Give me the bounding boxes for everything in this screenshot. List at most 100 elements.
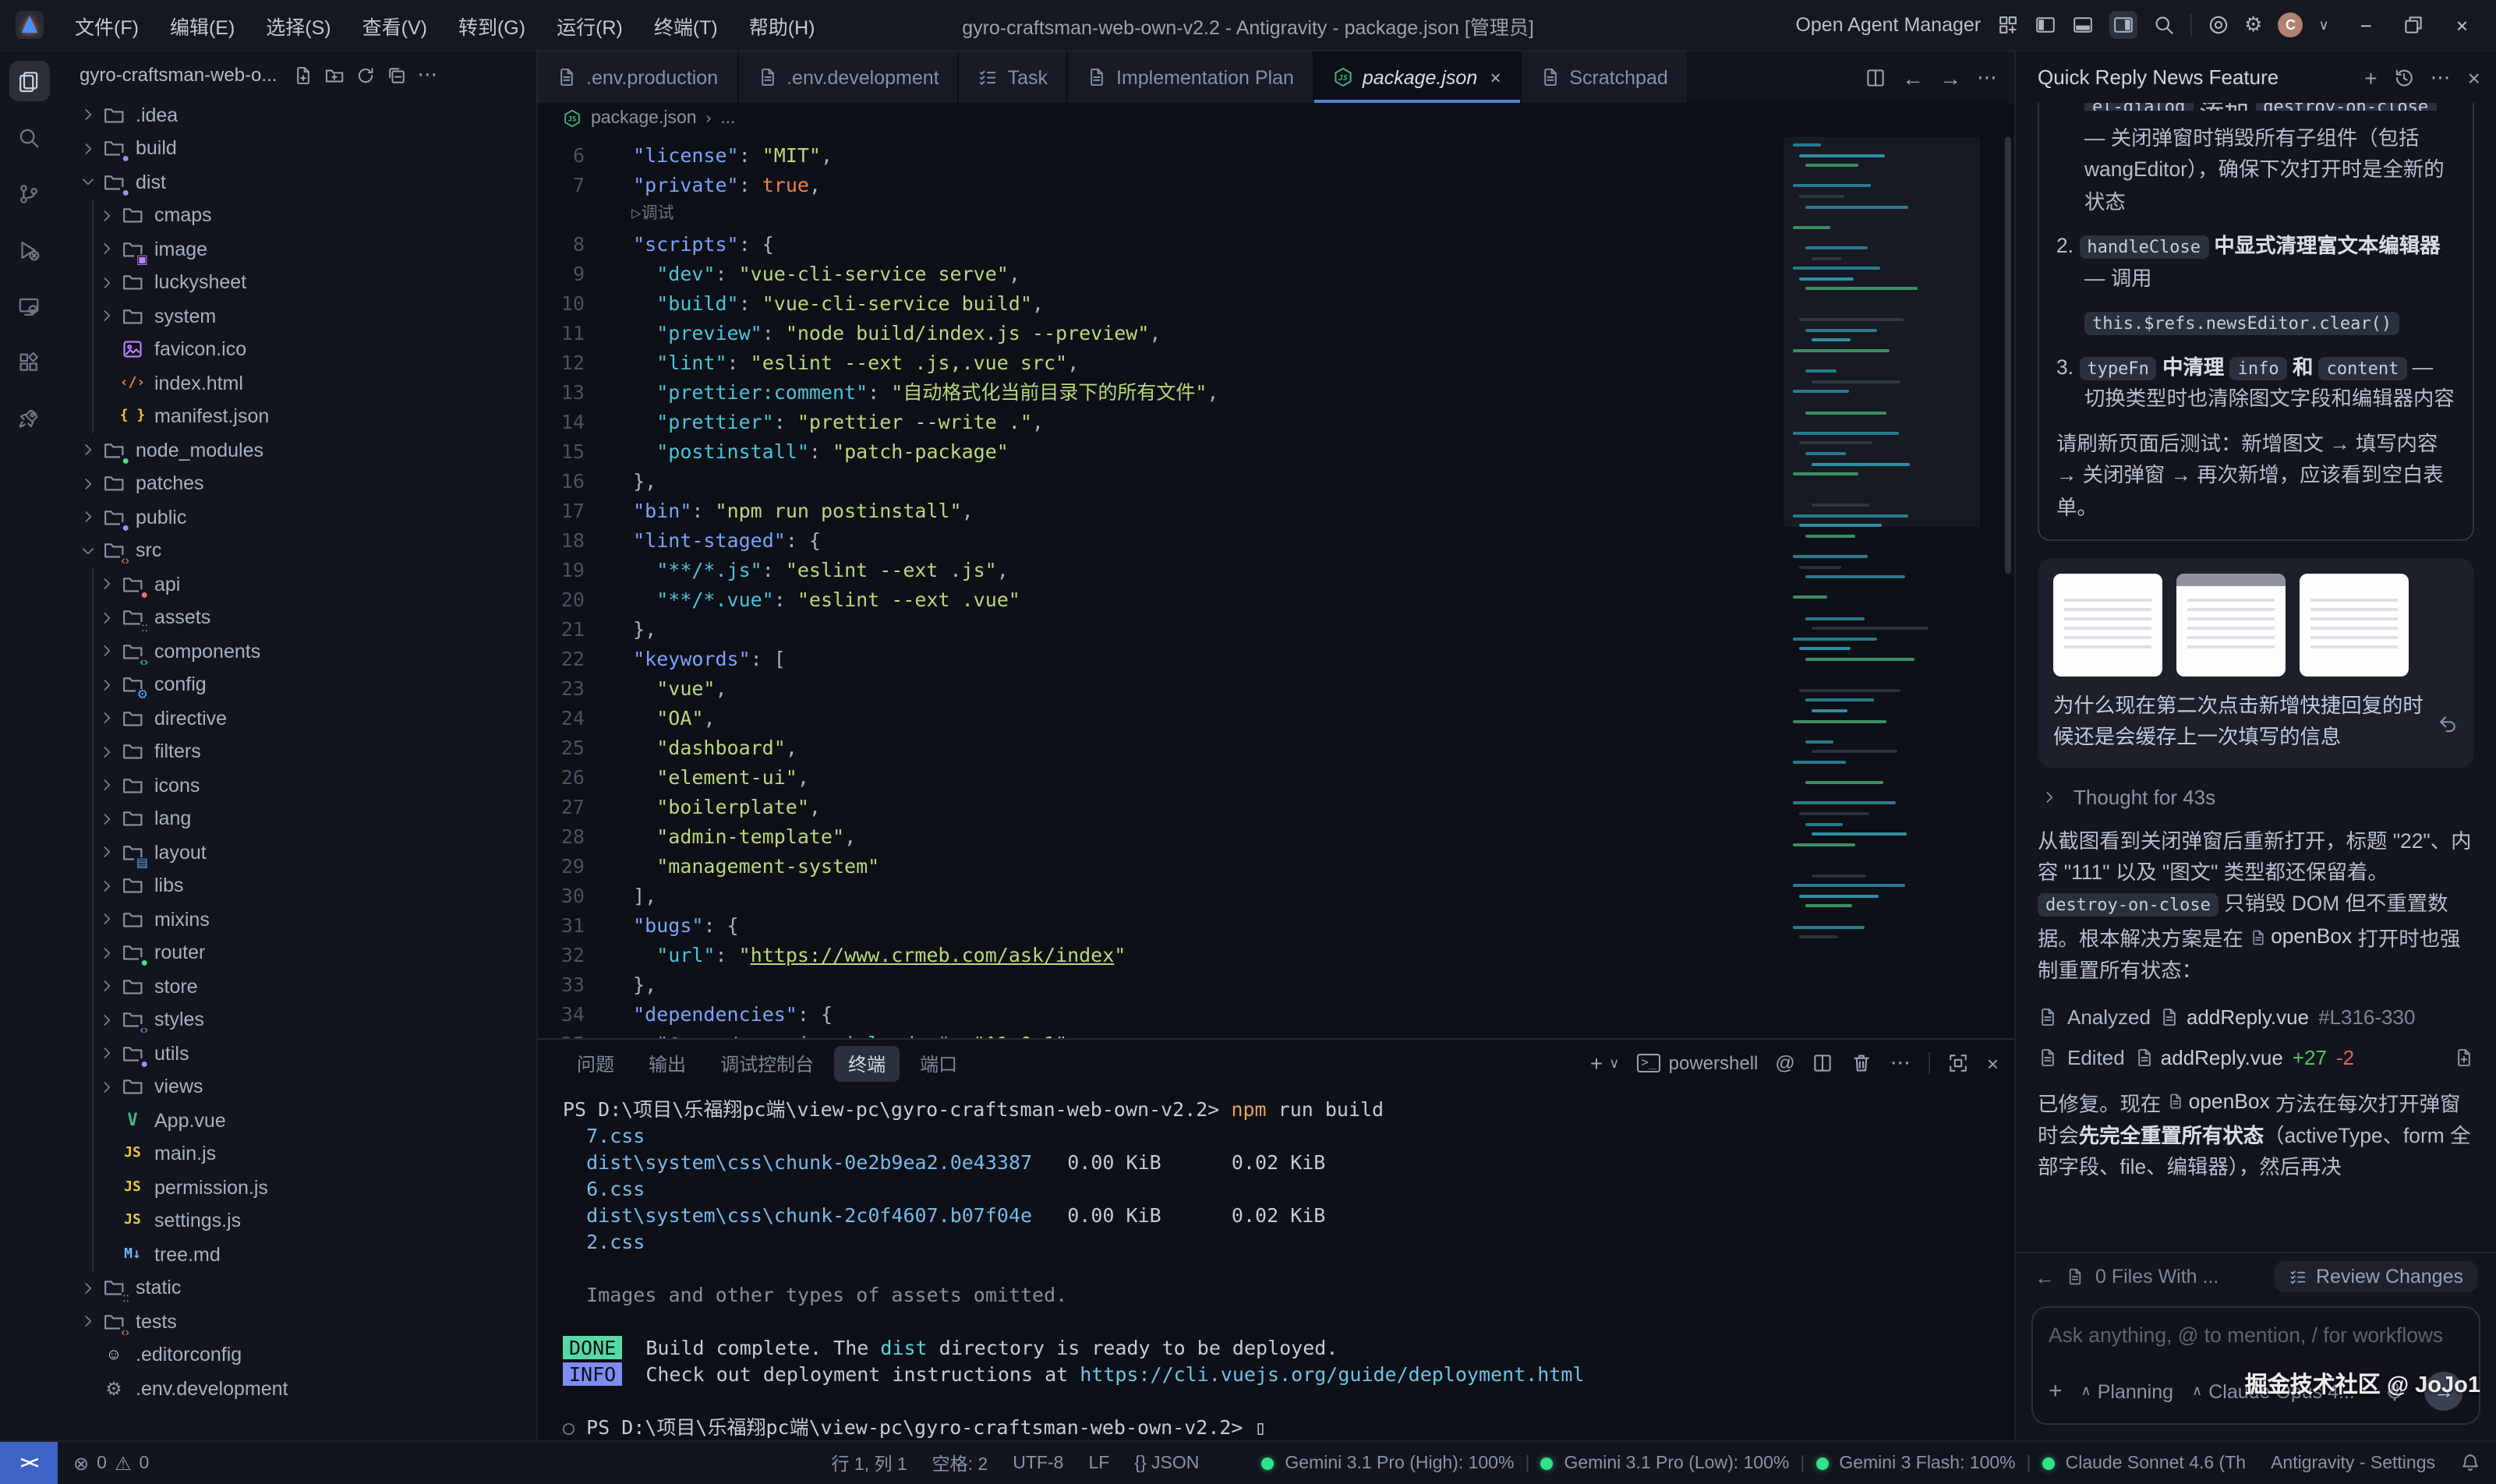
close-panel-icon[interactable]: ×: [1987, 1051, 1999, 1075]
tree-item-favicon.ico[interactable]: favicon.ico: [58, 333, 536, 366]
editor-more-icon[interactable]: ⋯: [1977, 65, 1999, 90]
restore-button[interactable]: [2403, 14, 2425, 36]
chevron-icon[interactable]: [98, 677, 120, 694]
tree-item-directive[interactable]: directive: [58, 701, 536, 735]
chevron-icon[interactable]: [80, 509, 101, 526]
tree-item-.editorconfig[interactable]: ☺.editorconfig: [58, 1338, 536, 1372]
model-quota-label[interactable]: Gemini 3.1 Pro (High): 100%: [1285, 1454, 1514, 1472]
collapse-folders-icon[interactable]: [386, 65, 406, 85]
chevron-icon[interactable]: [98, 978, 120, 995]
tree-item-tests[interactable]: ‹›tests: [58, 1305, 536, 1338]
activity-search-icon[interactable]: [9, 117, 49, 157]
tree-item-image[interactable]: ▣image: [58, 232, 536, 266]
maximize-panel-icon[interactable]: [1948, 1052, 1970, 1074]
screenshot-thumbnail[interactable]: [2053, 574, 2162, 677]
chat-input-box[interactable]: + ∧Planning ∧Claude Opus 4... →: [2031, 1306, 2480, 1425]
activity-source-control-icon[interactable]: [9, 173, 49, 214]
breadcrumb-file[interactable]: package.json: [591, 109, 697, 128]
chevron-icon[interactable]: [98, 1045, 120, 1062]
status-item[interactable]: 行 1, 列 1: [832, 1450, 907, 1475]
tree-item-luckysheet[interactable]: luckysheet: [58, 266, 536, 299]
tree-item-icons[interactable]: icons: [58, 768, 536, 802]
terminal-profile-chevron-icon[interactable]: ∨: [1609, 1055, 1619, 1072]
tree-item-.idea[interactable]: .idea: [58, 98, 536, 132]
tree-item-dist[interactable]: ●dist: [58, 165, 536, 199]
notifications-bell-icon[interactable]: [2460, 1453, 2480, 1473]
chat-more-icon[interactable]: ⋯: [2431, 65, 2452, 90]
terminal-at-icon[interactable]: @: [1775, 1052, 1794, 1074]
chevron-icon[interactable]: [98, 777, 120, 794]
tree-item-cmaps[interactable]: cmaps: [58, 199, 536, 232]
chevron-icon[interactable]: [98, 811, 120, 828]
tool-file-name[interactable]: addReply.vue: [2161, 1045, 2283, 1069]
chevron-icon[interactable]: [98, 308, 120, 325]
chevron-icon[interactable]: [80, 174, 101, 191]
file-reference[interactable]: openBox: [2167, 1086, 2270, 1118]
attach-icon[interactable]: +: [2049, 1378, 2063, 1404]
breadcrumb-more[interactable]: ...: [720, 109, 735, 128]
terminal-output[interactable]: PS D:\项目\乐福翔pc端\view-pc\gyro-craftsman-w…: [538, 1086, 2014, 1440]
navigate-back-icon[interactable]: ←: [1902, 65, 1924, 90]
tree-item-system[interactable]: system: [58, 299, 536, 333]
toggle-right-panel-icon[interactable]: [2109, 11, 2137, 39]
minimize-button[interactable]: −: [2345, 13, 2388, 37]
terminal-tab-输出[interactable]: 输出: [635, 1045, 700, 1081]
navigate-forward-icon[interactable]: →: [1939, 65, 1961, 90]
terminal-tab-端口[interactable]: 端口: [906, 1045, 971, 1081]
chevron-icon[interactable]: [80, 140, 101, 157]
split-editor-icon[interactable]: [1865, 66, 1886, 88]
terminal-tab-终端[interactable]: 终端: [834, 1045, 900, 1081]
mode-selector[interactable]: ∧Planning: [2081, 1380, 2174, 1402]
tree-item-src[interactable]: ‹›src: [58, 534, 536, 567]
tree-item-build[interactable]: ●build: [58, 132, 536, 165]
activity-remote-preview-icon[interactable]: [9, 285, 49, 326]
chevron-icon[interactable]: [80, 442, 101, 459]
account-chevron-icon[interactable]: ∨: [2318, 16, 2328, 34]
tab-package.json[interactable]: JSpackage.json×: [1314, 51, 1521, 103]
chevron-icon[interactable]: [80, 107, 101, 124]
tool-file-name[interactable]: addReply.vue: [2187, 1005, 2309, 1028]
open-diff-icon[interactable]: [2454, 1047, 2474, 1067]
tree-item-components[interactable]: ‹›components: [58, 634, 536, 668]
code-editor[interactable]: 6 "license": "MIT",7 "private": true,▷调试…: [538, 134, 2014, 1038]
chevron-icon[interactable]: [98, 274, 120, 292]
account-avatar[interactable]: C: [2278, 12, 2303, 37]
toggle-left-panel-icon[interactable]: [2034, 14, 2056, 36]
menu-查看(V)[interactable]: 查看(V): [350, 5, 440, 44]
review-changes-button[interactable]: Review Changes: [2274, 1261, 2477, 1292]
tree-item-utils[interactable]: ●utils: [58, 1037, 536, 1070]
minimap[interactable]: [1790, 137, 1974, 1038]
menu-帮助(H)[interactable]: 帮助(H): [737, 5, 828, 44]
status-item[interactable]: 空格: 2: [932, 1450, 988, 1475]
chat-input[interactable]: [2049, 1323, 2463, 1347]
remote-indicator[interactable]: ><: [0, 1442, 58, 1484]
chevron-icon[interactable]: [98, 576, 120, 593]
terminal-shell-label[interactable]: powershell: [1669, 1052, 1759, 1074]
chevron-icon[interactable]: [80, 475, 101, 493]
kill-terminal-icon[interactable]: [1851, 1052, 1873, 1074]
chevron-icon[interactable]: [98, 945, 120, 962]
tree-item-public[interactable]: ●public: [58, 500, 536, 534]
tab-Scratchpad[interactable]: Scratchpad: [1521, 51, 1688, 103]
tree-item-views[interactable]: views: [58, 1070, 536, 1104]
toggle-bottom-panel-icon[interactable]: [2071, 14, 2093, 36]
activity-extensions-icon[interactable]: [9, 341, 49, 382]
editor-scrollbar[interactable]: [2005, 137, 2011, 574]
chevron-icon[interactable]: [98, 911, 120, 928]
chevron-icon[interactable]: [98, 1012, 120, 1029]
model-quota-label[interactable]: Gemini 3 Flash: 100%: [1839, 1454, 2015, 1472]
browser-icon[interactable]: [2207, 14, 2229, 36]
tool-call-edited[interactable]: Edited addReply.vue +27 -2: [2038, 1045, 2474, 1069]
tree-item-mixins[interactable]: mixins: [58, 903, 536, 936]
breadcrumb[interactable]: JS package.json › ...: [538, 103, 2014, 134]
tree-item-filters[interactable]: filters: [58, 735, 536, 768]
screenshot-thumbnail[interactable]: [2176, 574, 2286, 677]
chevron-icon[interactable]: [98, 643, 120, 660]
model-quota-label[interactable]: Claude Sonnet 4.6 (Th: [2066, 1454, 2246, 1472]
terminal-tab-问题[interactable]: 问题: [563, 1045, 628, 1081]
new-chat-icon[interactable]: +: [2364, 65, 2377, 90]
menu-编辑(E)[interactable]: 编辑(E): [157, 5, 247, 44]
tree-item-index.html[interactable]: ‹/›index.html: [58, 366, 536, 400]
chevron-icon[interactable]: [80, 1313, 101, 1330]
close-chat-icon[interactable]: ×: [2468, 65, 2480, 90]
